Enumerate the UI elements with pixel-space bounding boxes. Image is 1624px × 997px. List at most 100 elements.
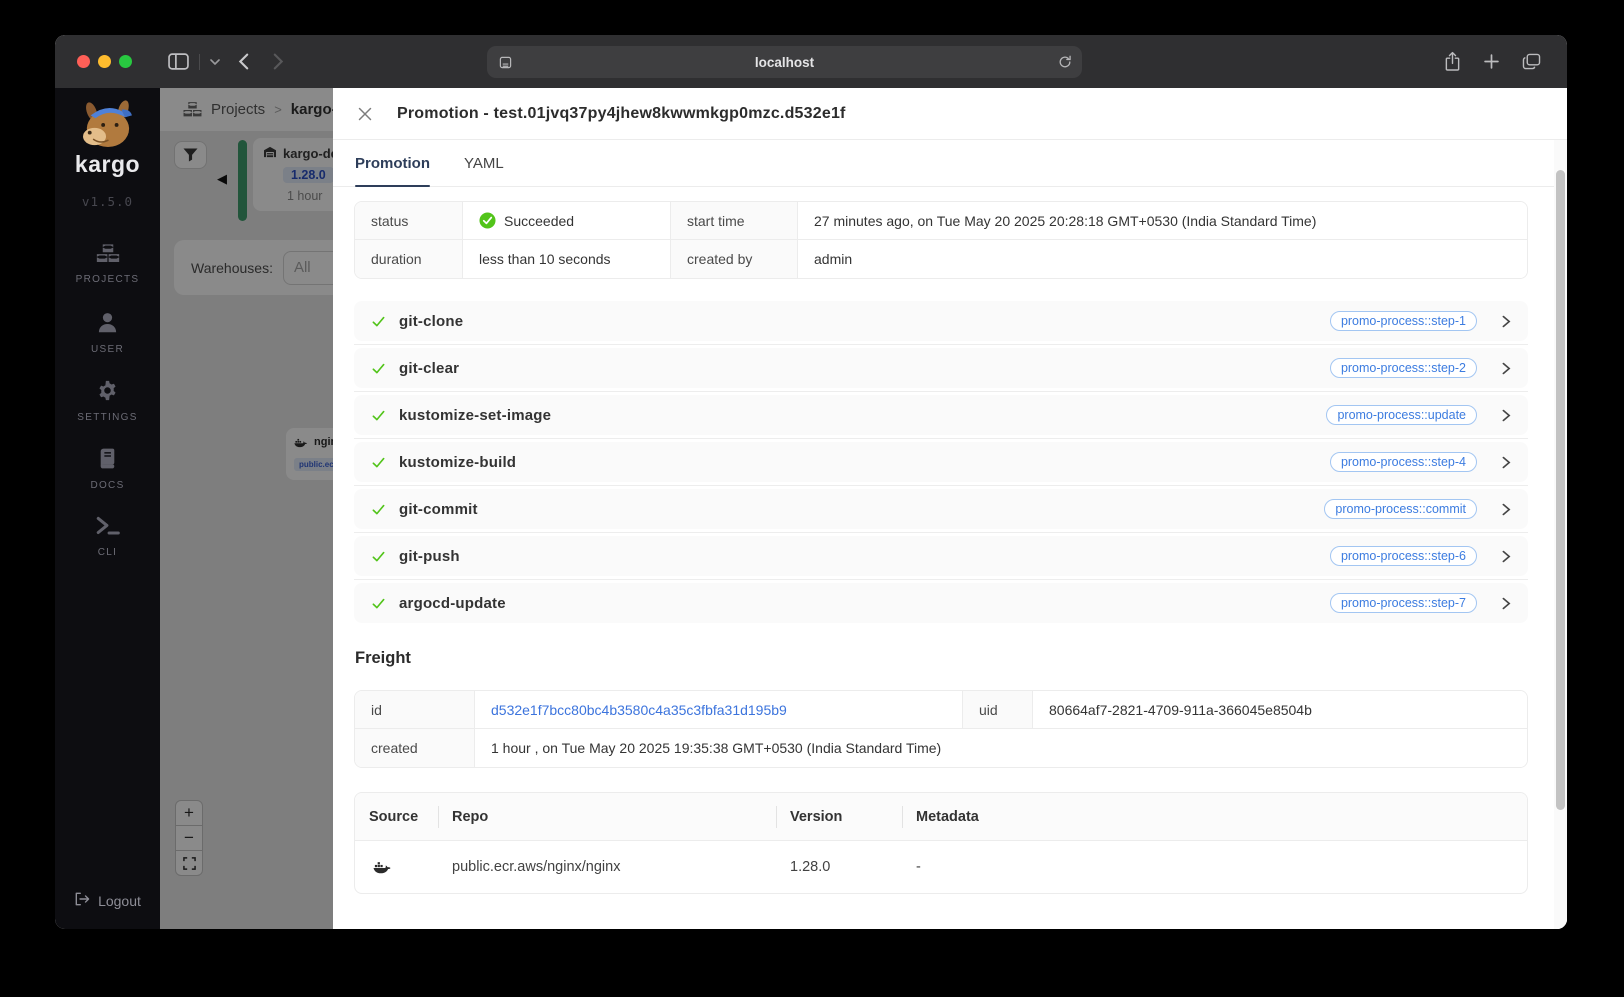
- duration-value: less than 10 seconds: [463, 240, 671, 278]
- kangaroo-mascot-icon: [83, 100, 133, 148]
- artifact-version: 1.28.0: [790, 859, 831, 875]
- artifacts-header-row: Source Repo Version Metadata: [355, 793, 1527, 841]
- column-header-repo: Repo: [438, 809, 776, 825]
- logout-label: Logout: [98, 892, 141, 909]
- created-by-value: admin: [798, 240, 1527, 278]
- check-icon: [372, 410, 385, 420]
- table-row: public.ecr.aws/nginx/nginx 1.28.0 -: [355, 841, 1527, 893]
- promotion-steps-list: git-clone promo-process::step-1 git-clea…: [354, 301, 1528, 623]
- freight-artifacts-table: Source Repo Version Metadata public.ecr.…: [354, 792, 1528, 894]
- step-badge: promo-process::update: [1326, 405, 1477, 425]
- duration-label: duration: [355, 240, 463, 278]
- freight-uid-label: uid: [963, 691, 1033, 729]
- promotion-summary-table: status Succeeded start time 27 minutes a…: [354, 201, 1528, 279]
- sidebar-toggle-icon[interactable]: [168, 53, 189, 70]
- step-row-git-push[interactable]: git-push promo-process::step-6: [354, 536, 1528, 576]
- freight-created-value: 1 hour , on Tue May 20 2025 19:35:38 GMT…: [475, 729, 1527, 767]
- chevron-down-icon[interactable]: [210, 58, 220, 65]
- modal-tabs: Promotion YAML: [333, 140, 1567, 187]
- check-icon: [372, 504, 385, 514]
- address-bar[interactable]: localhost: [487, 46, 1082, 78]
- step-row-kustomize-build[interactable]: kustomize-build promo-process::step-4: [354, 442, 1528, 482]
- chevron-right-icon[interactable]: [1502, 315, 1511, 328]
- toolbar-divider: [199, 53, 200, 70]
- book-icon: [96, 447, 119, 475]
- success-check-icon: [479, 212, 496, 229]
- sidebar-item-projects[interactable]: PROJECTS: [76, 243, 140, 311]
- modal-body: status Succeeded start time 27 minutes a…: [333, 188, 1567, 929]
- docker-whale-icon: [355, 860, 438, 874]
- browser-toolbar: localhost: [55, 35, 1567, 88]
- app-version: v1.5.0: [81, 194, 134, 209]
- chevron-right-icon[interactable]: [1502, 503, 1511, 516]
- step-badge: promo-process::step-2: [1329, 358, 1477, 378]
- chevron-right-icon[interactable]: [1502, 362, 1511, 375]
- step-badge: promo-process::step-1: [1329, 311, 1477, 331]
- logout-button[interactable]: Logout: [74, 892, 141, 909]
- modal-scrollbar-thumb[interactable]: [1556, 170, 1565, 810]
- step-row-git-commit[interactable]: git-commit promo-process::commit: [354, 489, 1528, 529]
- tab-yaml[interactable]: YAML: [464, 140, 504, 186]
- close-icon[interactable]: [358, 107, 372, 121]
- step-row-git-clone[interactable]: git-clone promo-process::step-1: [354, 301, 1528, 341]
- step-divider: [354, 438, 1528, 439]
- tab-promotion[interactable]: Promotion: [355, 140, 430, 187]
- step-divider: [354, 532, 1528, 533]
- status-value: Succeeded: [463, 202, 671, 240]
- step-row-git-clear[interactable]: git-clear promo-process::step-2: [354, 348, 1528, 388]
- share-icon[interactable]: [1444, 51, 1461, 72]
- browser-window: localhost kargo v1.5.0 PROJECTS USER SET…: [55, 35, 1567, 929]
- sidebar-item-label: CLI: [97, 547, 118, 558]
- tab-overview-icon[interactable]: [1522, 53, 1541, 70]
- freight-table: id d532e1f7bcc80bc4b3580c4a35c3fbfa31d19…: [354, 690, 1528, 768]
- step-row-kustomize-set-image[interactable]: kustomize-set-image promo-process::updat…: [354, 395, 1528, 435]
- new-tab-icon[interactable]: [1484, 54, 1499, 69]
- sidebar-item-cli[interactable]: CLI: [95, 515, 121, 583]
- maximize-window-button[interactable]: [119, 55, 132, 68]
- step-badge: promo-process::commit: [1324, 499, 1477, 519]
- sidebar-item-label: DOCS: [90, 480, 125, 491]
- user-icon: [96, 311, 119, 339]
- modal-header: Promotion - test.01jvq37py4jhew8kwwmkgp0…: [333, 88, 1567, 140]
- sidebar-item-settings[interactable]: SETTINGS: [77, 379, 137, 447]
- start-time-value: 27 minutes ago, on Tue May 20 2025 20:28…: [798, 202, 1527, 240]
- forward-icon[interactable]: [273, 53, 284, 70]
- sidebar-item-docs[interactable]: DOCS: [90, 447, 124, 515]
- step-row-argocd-update[interactable]: argocd-update promo-process::step-7: [354, 583, 1528, 623]
- step-divider: [354, 391, 1528, 392]
- modal-title: Promotion - test.01jvq37py4jhew8kwwmkgp0…: [397, 104, 846, 122]
- sidebar-item-label: USER: [91, 344, 124, 355]
- check-icon: [372, 316, 385, 326]
- sidebar-nav: PROJECTS USER SETTINGS DOCS CLI: [76, 243, 140, 583]
- created-by-label: created by: [671, 240, 798, 278]
- sidebar-item-label: PROJECTS: [75, 274, 140, 285]
- step-badge: promo-process::step-6: [1329, 546, 1477, 566]
- chevron-right-icon[interactable]: [1502, 550, 1511, 563]
- status-label: status: [355, 202, 463, 240]
- reload-icon[interactable]: [1058, 55, 1072, 69]
- artifact-metadata: -: [916, 859, 921, 875]
- promotion-modal: Promotion - test.01jvq37py4jhew8kwwmkgp0…: [333, 88, 1567, 929]
- close-window-button[interactable]: [77, 55, 90, 68]
- freight-id-value: d532e1f7bcc80bc4b3580c4a35c3fbfa31d195b9: [475, 691, 963, 729]
- kargo-logo[interactable]: kargo: [75, 100, 140, 178]
- freight-id-link[interactable]: d532e1f7bcc80bc4b3580c4a35c3fbfa31d195b9: [491, 702, 787, 718]
- freight-id-label: id: [355, 691, 475, 729]
- chevron-right-icon[interactable]: [1502, 597, 1511, 610]
- toolbar-left-group: [168, 53, 284, 70]
- check-icon: [372, 598, 385, 608]
- chevron-right-icon[interactable]: [1502, 409, 1511, 422]
- kargo-wordmark: kargo: [74, 151, 141, 177]
- minimize-window-button[interactable]: [98, 55, 111, 68]
- back-icon[interactable]: [238, 53, 249, 70]
- sidebar-item-label: SETTINGS: [77, 412, 138, 423]
- check-icon: [372, 457, 385, 467]
- modal-scrollbar-track[interactable]: [1554, 140, 1567, 929]
- chevron-right-icon[interactable]: [1502, 456, 1511, 469]
- logout-icon: [74, 892, 90, 909]
- start-time-label: start time: [671, 202, 798, 240]
- step-divider: [354, 579, 1528, 580]
- sidebar-item-user[interactable]: USER: [91, 311, 124, 379]
- terminal-icon: [95, 515, 121, 542]
- step-badge: promo-process::step-7: [1329, 593, 1477, 613]
